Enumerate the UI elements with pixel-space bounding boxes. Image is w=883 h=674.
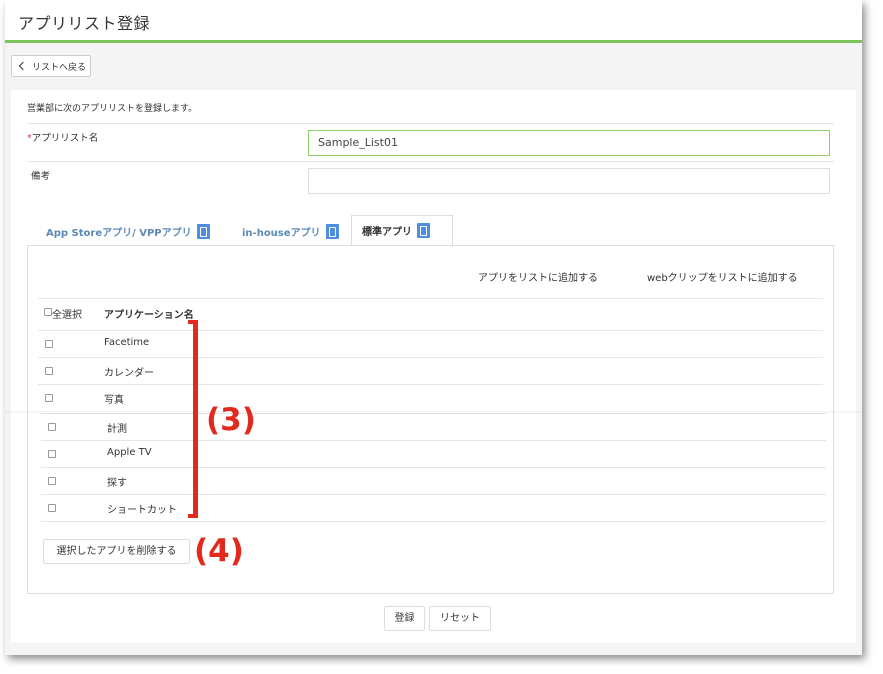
- register-button[interactable]: 登録: [384, 606, 425, 631]
- app-name: 写真: [104, 395, 124, 406]
- app-window: アプリリスト登録 リストへ戻る 営業部に次のアプリリストを登録します。 *アプリ…: [5, 0, 862, 655]
- divider: [41, 521, 826, 522]
- select-all-label: 全選択: [52, 310, 82, 321]
- add-app-to-list-link[interactable]: アプリをリストに追加する: [478, 269, 598, 284]
- divider: [41, 494, 826, 495]
- app-list-name-label: *アプリリスト名: [27, 130, 98, 144]
- app-name: カレンダー: [104, 368, 154, 379]
- divider: [38, 384, 823, 385]
- add-webclip-to-list-link[interactable]: webクリップをリストに追加する: [647, 269, 798, 284]
- phone-icon: [417, 223, 430, 238]
- row-checkbox[interactable]: [48, 504, 56, 512]
- row-checkbox[interactable]: [45, 394, 53, 402]
- phone-icon: [196, 223, 210, 239]
- delete-selected-apps-button[interactable]: 選択したアプリを削除する: [43, 539, 190, 564]
- divider: [41, 467, 826, 468]
- divider: [41, 440, 826, 441]
- tab-standard-apps[interactable]: 標準アプリ: [351, 215, 453, 245]
- row-checkbox[interactable]: [48, 477, 56, 485]
- back-to-list-button[interactable]: リストへ戻る: [11, 55, 91, 77]
- row-checkbox[interactable]: [45, 340, 53, 348]
- app-list-name-input[interactable]: Sample_List01: [308, 130, 830, 156]
- row-checkbox[interactable]: [48, 423, 56, 431]
- note-label: 備考: [31, 171, 51, 182]
- chevron-left-icon: [18, 61, 28, 71]
- divider: [27, 161, 834, 162]
- app-name: Apple TV: [107, 447, 152, 458]
- app-name: Facetime: [104, 337, 150, 348]
- row-checkbox[interactable]: [48, 450, 56, 458]
- back-button-label: リストへ戻る: [32, 62, 87, 73]
- app-name: 探す: [107, 478, 127, 489]
- note-input[interactable]: [308, 168, 830, 194]
- tab-label: in-houseアプリ: [242, 227, 321, 239]
- reset-button[interactable]: リセット: [429, 606, 491, 631]
- divider: [38, 330, 823, 331]
- intro-text: 営業部に次のアプリリストを登録します。: [27, 104, 198, 114]
- select-all-checkbox[interactable]: [44, 308, 52, 316]
- app-name: 計測: [107, 424, 127, 435]
- column-header-app-name: アプリケーション名: [104, 310, 194, 321]
- divider: [38, 298, 823, 299]
- divider: [38, 357, 823, 358]
- app-name: ショートカット: [107, 505, 177, 516]
- screenshot-seam: [5, 411, 862, 414]
- app-list-name-label-text: アプリリスト名: [31, 133, 99, 144]
- title-bar: アプリリスト登録: [5, 0, 862, 43]
- tab-in-house[interactable]: in-houseアプリ: [232, 217, 349, 245]
- annotation-callout-4: (4): [194, 533, 244, 569]
- annotation-bracket: [188, 320, 198, 518]
- tab-app-store-vpp[interactable]: App Storeアプリ/ VPPアプリ: [36, 217, 220, 245]
- page-title: アプリリスト登録: [18, 14, 151, 33]
- phone-icon: [325, 223, 339, 239]
- divider: [27, 123, 834, 124]
- annotation-callout-3: (3): [206, 402, 256, 438]
- form-panel: 営業部に次のアプリリストを登録します。 *アプリリスト名 Sample_List…: [11, 90, 856, 643]
- row-checkbox[interactable]: [45, 367, 53, 375]
- tab-label: 標準アプリ: [362, 227, 412, 238]
- tab-label: App Storeアプリ/ VPPアプリ: [46, 227, 192, 239]
